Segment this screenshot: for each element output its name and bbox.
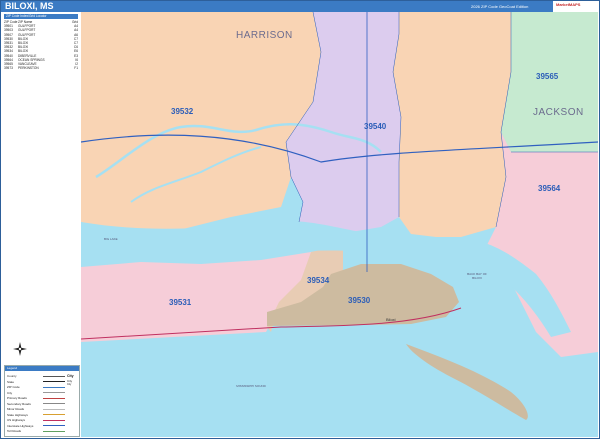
zip-index-row: 39573 PERKINSTON F1 <box>4 66 78 70</box>
zip-index-table: ZIP Code ZIP Name Grid 39501 GULFPORT A4 39… <box>4 20 78 70</box>
zip-label-39565[interactable]: 39565 <box>536 72 558 81</box>
legend-item-swatch <box>43 381 65 383</box>
legend-item-swatch <box>43 386 65 388</box>
legend-box: Legend County State ZIP Code City Primary Ro… <box>4 365 80 437</box>
legend-city-size-large: City <box>67 374 74 378</box>
edition-label: 2026 ZIP Code GeoCoat Edition <box>471 4 529 9</box>
legend-item-label: Primary Roads <box>7 396 27 400</box>
zip-label-39530[interactable]: 39530 <box>348 296 370 305</box>
city-label-biloxi: Biloxi <box>386 317 396 322</box>
zip-index-header: ZIP Code Index/Grid Locator <box>4 14 78 19</box>
zip-area-39565-east <box>501 12 598 152</box>
legend-item-label: Secondary Roads <box>7 401 31 406</box>
north-arrow-icon <box>13 342 27 356</box>
legend-item-swatch <box>43 430 65 432</box>
legend-item-swatch <box>43 375 65 377</box>
title-bar: BILOXI, MS 2026 ZIP Code GeoCoat Edition… <box>1 1 599 12</box>
legend-header: Legend <box>5 366 79 371</box>
water-label-back-bay: BACK BAY OF BILOXI <box>467 272 487 280</box>
legend-item-swatch <box>43 392 65 394</box>
county-label-harrison: HARRISON <box>236 30 293 41</box>
legend-item-label: US Highways <box>7 418 26 422</box>
water-label-big-lake: BIG LAKE <box>104 237 118 241</box>
legend-item-swatch <box>43 408 65 410</box>
water-label-mississippi-sound: MISSISSIPPI SOUND <box>236 384 266 388</box>
legend-item-label: State <box>7 379 15 384</box>
legend-item-label: Toll Roads <box>7 429 22 433</box>
zip-area-39565 <box>393 12 511 237</box>
zip-grid-cell: F1 <box>74 66 78 71</box>
legend-item-swatch <box>43 425 65 427</box>
legend-item-label: State Highways <box>7 412 28 417</box>
legend-item-swatch <box>43 414 65 416</box>
zip-code-cell: 39573 <box>4 66 13 71</box>
zip-name-cell: PERKINSTON <box>18 66 39 71</box>
legend-item-swatch <box>43 403 65 405</box>
legend-city-size-small: City <box>67 383 72 386</box>
legend-item-label: County <box>7 374 17 378</box>
zip-index-rows: 39501 GULFPORT A4 39503 GULFPORT A4 39507 GULFP… <box>4 24 78 70</box>
zip-label-39564[interactable]: 39564 <box>538 184 560 193</box>
county-label-jackson: JACKSON <box>533 107 584 118</box>
legend-item-swatch <box>43 419 65 421</box>
map-canvas[interactable]: HARRISON JACKSON 39532 39540 39565 39564… <box>81 12 598 437</box>
zip-label-39540[interactable]: 39540 <box>364 122 386 131</box>
map-svg <box>81 12 598 437</box>
legend-item-label: Minor Roads <box>7 407 25 411</box>
legend-item-label: ZIP Code <box>7 385 20 389</box>
legend-item-swatch <box>43 397 65 399</box>
map-title: BILOXI, MS <box>5 1 54 11</box>
legend-item-label: Interstate Highways <box>7 423 34 428</box>
publisher-logo-text: MarketMAPS <box>556 2 581 7</box>
publisher-logo: MarketMAPS <box>553 1 599 12</box>
legend-item-label: City <box>7 390 13 395</box>
zip-label-39534[interactable]: 39534 <box>307 276 329 285</box>
zip-label-39532[interactable]: 39532 <box>171 107 193 116</box>
zip-label-39531[interactable]: 39531 <box>169 298 191 307</box>
